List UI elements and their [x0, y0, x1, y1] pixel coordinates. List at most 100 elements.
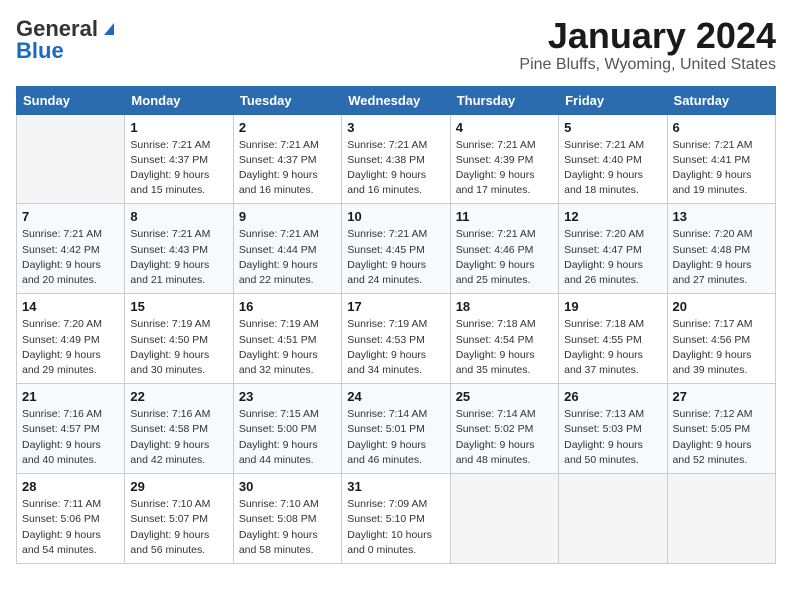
- day-number: 6: [673, 120, 770, 135]
- calendar-header-monday: Monday: [125, 86, 233, 114]
- calendar-header-tuesday: Tuesday: [233, 86, 341, 114]
- day-info: Sunrise: 7:19 AM Sunset: 4:51 PM Dayligh…: [239, 317, 336, 378]
- day-number: 21: [22, 389, 119, 404]
- day-info: Sunrise: 7:10 AM Sunset: 5:08 PM Dayligh…: [239, 497, 336, 558]
- day-info: Sunrise: 7:20 AM Sunset: 4:49 PM Dayligh…: [22, 317, 119, 378]
- day-number: 7: [22, 209, 119, 224]
- day-info: Sunrise: 7:21 AM Sunset: 4:43 PM Dayligh…: [130, 227, 227, 288]
- calendar-header-saturday: Saturday: [667, 86, 775, 114]
- calendar-week-1: 1 Sunrise: 7:21 AM Sunset: 4:37 PM Daylig…: [17, 114, 776, 204]
- day-info: Sunrise: 7:18 AM Sunset: 4:54 PM Dayligh…: [456, 317, 553, 378]
- calendar-cell: 29Sunrise: 7:10 AM Sunset: 5:07 PM Dayli…: [125, 474, 233, 564]
- day-info: Sunrise: 7:14 AM Sunset: 5:02 PM Dayligh…: [456, 407, 553, 468]
- calendar-cell: 23Sunrise: 7:15 AM Sunset: 5:00 PM Dayli…: [233, 384, 341, 474]
- day-number: 5: [564, 120, 661, 135]
- day-number: 2: [239, 120, 336, 135]
- calendar-cell: 20 Sunrise: 7:17 AM Sunset: 4:56 PM Dayli…: [667, 294, 775, 384]
- day-number: 29: [130, 479, 227, 494]
- calendar-cell: 22Sunrise: 7:16 AM Sunset: 4:58 PM Dayli…: [125, 384, 233, 474]
- calendar-header-sunday: Sunday: [17, 86, 125, 114]
- day-number: 16: [239, 299, 336, 314]
- calendar-cell: 7 Sunrise: 7:21 AM Sunset: 4:42 PM Daylig…: [17, 204, 125, 294]
- calendar-cell: [450, 474, 558, 564]
- calendar-cell: 12 Sunrise: 7:20 AM Sunset: 4:47 PM Dayli…: [559, 204, 667, 294]
- day-info: Sunrise: 7:09 AM Sunset: 5:10 PM Dayligh…: [347, 497, 444, 558]
- day-info: Sunrise: 7:21 AM Sunset: 4:40 PM Dayligh…: [564, 138, 661, 199]
- calendar-week-2: 7 Sunrise: 7:21 AM Sunset: 4:42 PM Daylig…: [17, 204, 776, 294]
- day-info: Sunrise: 7:19 AM Sunset: 4:50 PM Dayligh…: [130, 317, 227, 378]
- calendar-cell: 25 Sunrise: 7:14 AM Sunset: 5:02 PM Dayli…: [450, 384, 558, 474]
- calendar-cell: 2 Sunrise: 7:21 AM Sunset: 4:37 PM Daylig…: [233, 114, 341, 204]
- day-number: 17: [347, 299, 444, 314]
- day-number: 11: [456, 209, 553, 224]
- day-number: 3: [347, 120, 444, 135]
- day-info: Sunrise: 7:21 AM Sunset: 4:38 PM Dayligh…: [347, 138, 444, 199]
- day-info: Sunrise: 7:12 AM Sunset: 5:05 PM Dayligh…: [673, 407, 770, 468]
- calendar-cell: 21Sunrise: 7:16 AM Sunset: 4:57 PM Dayli…: [17, 384, 125, 474]
- calendar-table: SundayMondayTuesdayWednesdayThursdayFrid…: [16, 86, 776, 564]
- day-number: 14: [22, 299, 119, 314]
- day-info: Sunrise: 7:21 AM Sunset: 4:37 PM Dayligh…: [239, 138, 336, 199]
- day-info: Sunrise: 7:21 AM Sunset: 4:42 PM Dayligh…: [22, 227, 119, 288]
- day-number: 26: [564, 389, 661, 404]
- day-info: Sunrise: 7:21 AM Sunset: 4:44 PM Dayligh…: [239, 227, 336, 288]
- day-info: Sunrise: 7:21 AM Sunset: 4:45 PM Dayligh…: [347, 227, 444, 288]
- calendar-cell: 24 Sunrise: 7:14 AM Sunset: 5:01 PM Dayli…: [342, 384, 450, 474]
- day-info: Sunrise: 7:19 AM Sunset: 4:53 PM Dayligh…: [347, 317, 444, 378]
- day-number: 30: [239, 479, 336, 494]
- day-number: 31: [347, 479, 444, 494]
- calendar-cell: 1Sunrise: 7:21 AM Sunset: 4:37 PM Daylig…: [125, 114, 233, 204]
- calendar-cell: 6 Sunrise: 7:21 AM Sunset: 4:41 PM Daylig…: [667, 114, 775, 204]
- day-info: Sunrise: 7:17 AM Sunset: 4:56 PM Dayligh…: [673, 317, 770, 378]
- day-info: Sunrise: 7:18 AM Sunset: 4:55 PM Dayligh…: [564, 317, 661, 378]
- calendar-header-wednesday: Wednesday: [342, 86, 450, 114]
- calendar-cell: 17 Sunrise: 7:19 AM Sunset: 4:53 PM Dayli…: [342, 294, 450, 384]
- day-number: 15: [130, 299, 227, 314]
- calendar-cell: 16 Sunrise: 7:19 AM Sunset: 4:51 PM Dayli…: [233, 294, 341, 384]
- calendar-cell: 31 Sunrise: 7:09 AM Sunset: 5:10 PM Dayli…: [342, 474, 450, 564]
- calendar-cell: 5 Sunrise: 7:21 AM Sunset: 4:40 PM Daylig…: [559, 114, 667, 204]
- day-number: 18: [456, 299, 553, 314]
- day-number: 12: [564, 209, 661, 224]
- calendar-cell: 27 Sunrise: 7:12 AM Sunset: 5:05 PM Dayli…: [667, 384, 775, 474]
- calendar-cell: 18 Sunrise: 7:18 AM Sunset: 4:54 PM Dayli…: [450, 294, 558, 384]
- day-number: 4: [456, 120, 553, 135]
- day-number: 1: [130, 120, 227, 135]
- calendar-cell: 15 Sunrise: 7:19 AM Sunset: 4:50 PM Dayli…: [125, 294, 233, 384]
- day-info: Sunrise: 7:21 AM Sunset: 4:41 PM Dayligh…: [673, 138, 770, 199]
- month-title: January 2024: [519, 16, 776, 56]
- day-info: Sunrise: 7:11 AM Sunset: 5:06 PM Dayligh…: [22, 497, 119, 558]
- day-number: 22: [130, 389, 227, 404]
- calendar-week-5: 28 Sunrise: 7:11 AM Sunset: 5:06 PM Dayli…: [17, 474, 776, 564]
- day-info: Sunrise: 7:21 AM Sunset: 4:46 PM Dayligh…: [456, 227, 553, 288]
- day-number: 27: [673, 389, 770, 404]
- calendar-cell: [667, 474, 775, 564]
- calendar-header-friday: Friday: [559, 86, 667, 114]
- day-number: 8: [130, 209, 227, 224]
- calendar-cell: 26Sunrise: 7:13 AM Sunset: 5:03 PM Dayli…: [559, 384, 667, 474]
- location-text: Pine Bluffs, Wyoming, United States: [519, 56, 776, 74]
- calendar-cell: 13Sunrise: 7:20 AM Sunset: 4:48 PM Dayli…: [667, 204, 775, 294]
- day-number: 23: [239, 389, 336, 404]
- calendar-cell: 14 Sunrise: 7:20 AM Sunset: 4:49 PM Dayli…: [17, 294, 125, 384]
- calendar-cell: [17, 114, 125, 204]
- day-number: 20: [673, 299, 770, 314]
- logo-icon: [100, 19, 118, 37]
- calendar-cell: 10 Sunrise: 7:21 AM Sunset: 4:45 PM Dayli…: [342, 204, 450, 294]
- day-info: Sunrise: 7:14 AM Sunset: 5:01 PM Dayligh…: [347, 407, 444, 468]
- calendar-cell: 3 Sunrise: 7:21 AM Sunset: 4:38 PM Daylig…: [342, 114, 450, 204]
- calendar-cell: 4 Sunrise: 7:21 AM Sunset: 4:39 PM Daylig…: [450, 114, 558, 204]
- day-number: 24: [347, 389, 444, 404]
- day-number: 28: [22, 479, 119, 494]
- calendar-cell: 8 Sunrise: 7:21 AM Sunset: 4:43 PM Daylig…: [125, 204, 233, 294]
- calendar-header-row: SundayMondayTuesdayWednesdayThursdayFrid…: [17, 86, 776, 114]
- day-number: 19: [564, 299, 661, 314]
- day-number: 25: [456, 389, 553, 404]
- day-number: 10: [347, 209, 444, 224]
- calendar-week-3: 14 Sunrise: 7:20 AM Sunset: 4:49 PM Dayli…: [17, 294, 776, 384]
- day-info: Sunrise: 7:20 AM Sunset: 4:47 PM Dayligh…: [564, 227, 661, 288]
- calendar-week-4: 21Sunrise: 7:16 AM Sunset: 4:57 PM Dayli…: [17, 384, 776, 474]
- day-info: Sunrise: 7:21 AM Sunset: 4:39 PM Dayligh…: [456, 138, 553, 199]
- calendar-cell: 30 Sunrise: 7:10 AM Sunset: 5:08 PM Dayli…: [233, 474, 341, 564]
- logo-blue-text: Blue: [16, 38, 64, 64]
